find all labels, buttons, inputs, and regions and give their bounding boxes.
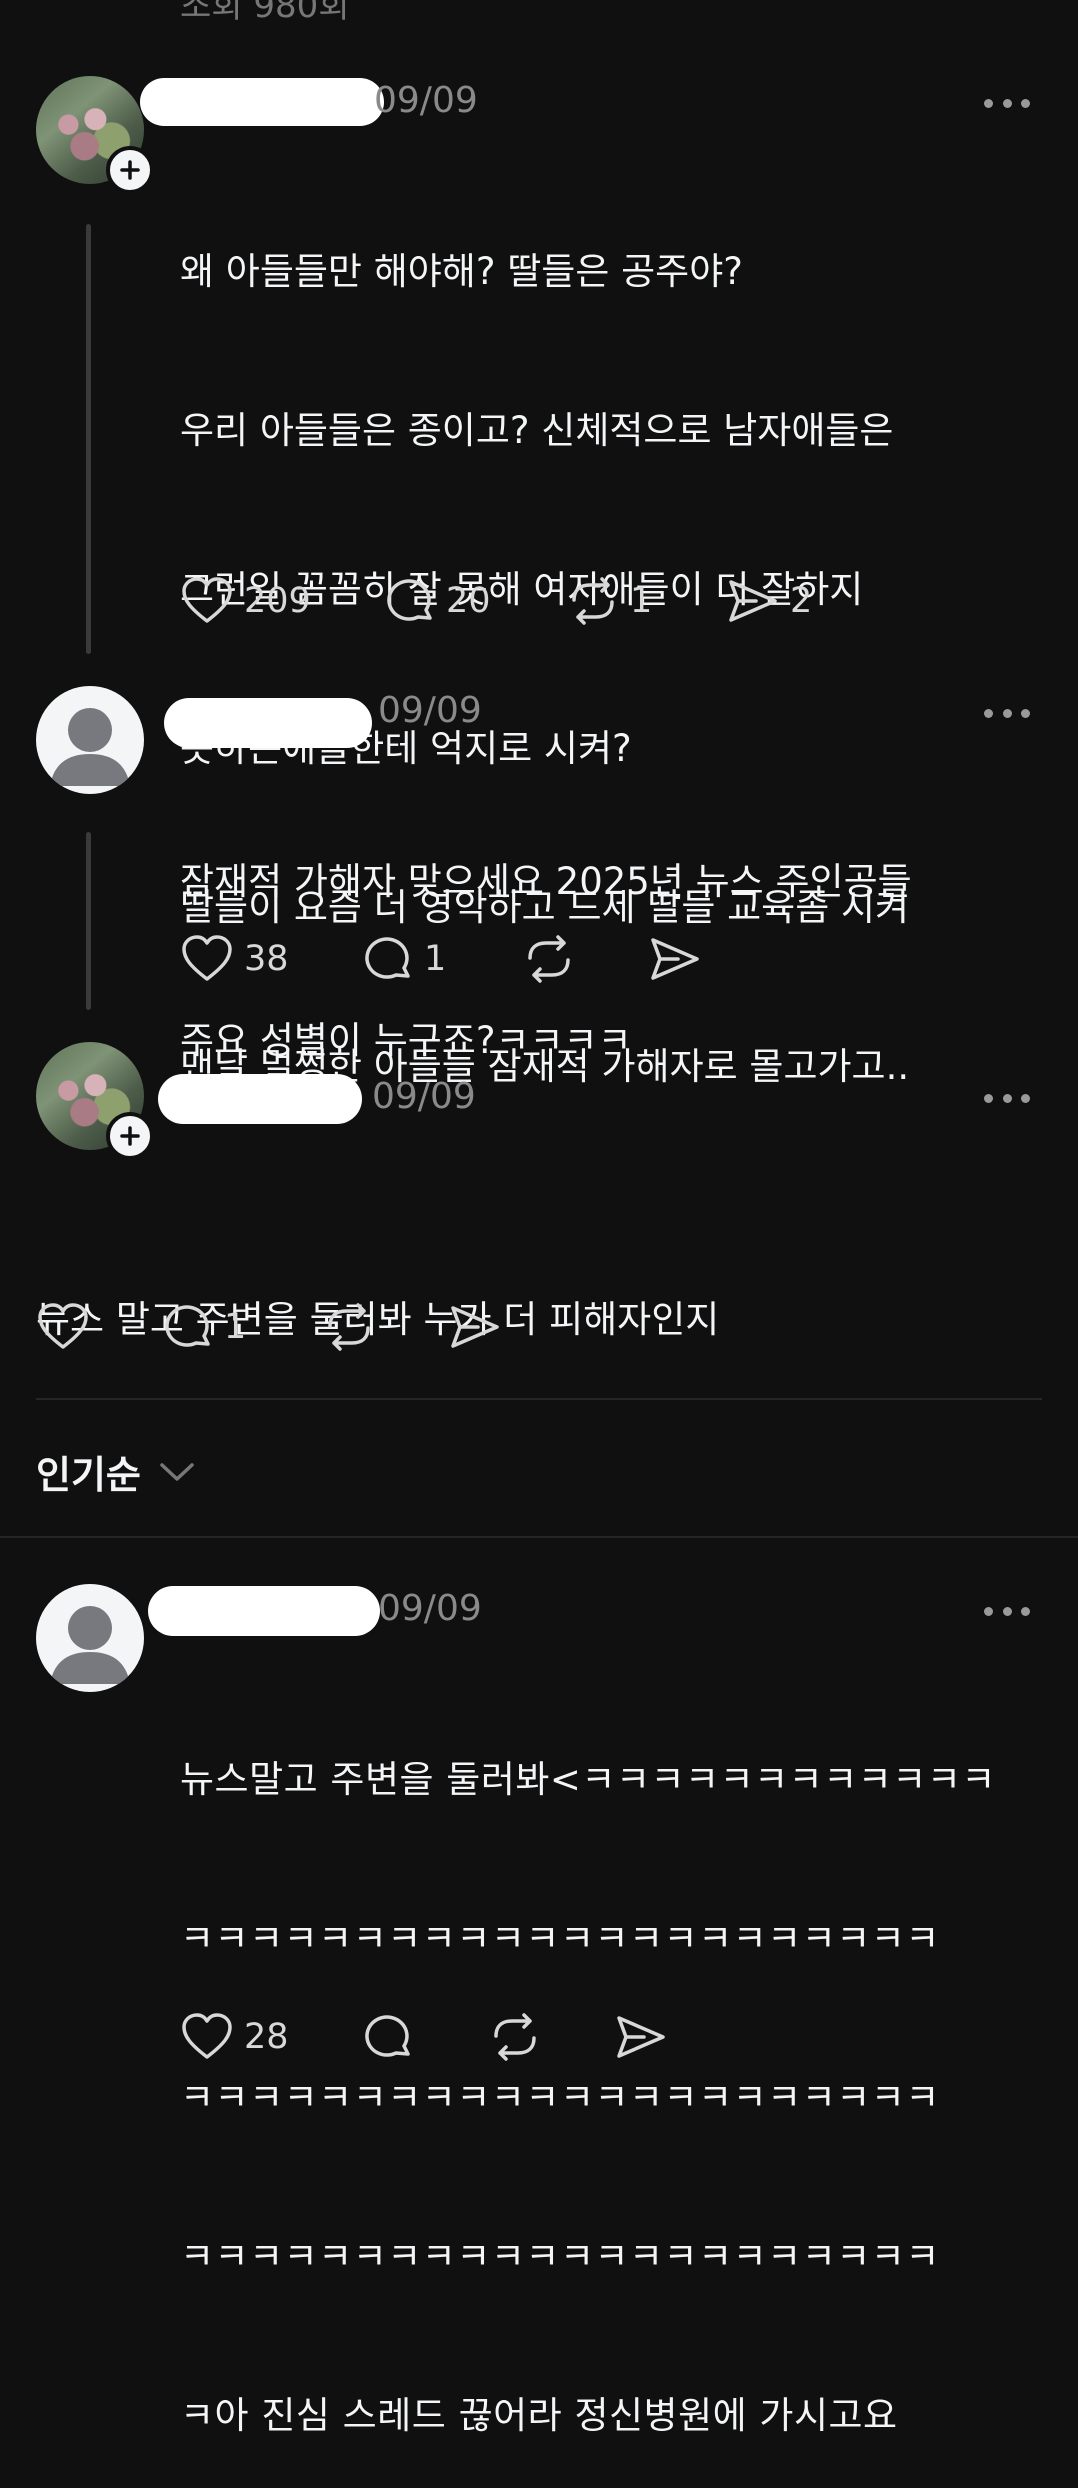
comment-icon: [365, 937, 410, 979]
comment-line: ㅋㅋㅋㅋㅋㅋㅋㅋㅋㅋㅋㅋㅋㅋㅋㅋㅋㅋㅋㅋㅋㅋ: [180, 1917, 940, 1960]
comment-line: ㅋ아 진심 스레드 끊어라 정신병원에 가시고요: [180, 2394, 898, 2437]
thread-line: [86, 832, 91, 1010]
comment-line: 우리 아들들은 종이고? 신체적으로 남자애들은: [180, 409, 894, 452]
like-count: 28: [244, 2017, 289, 2057]
redacted-username: [158, 1074, 362, 1124]
heart-icon: [38, 1303, 88, 1349]
reply-count: 20: [446, 581, 491, 621]
like-button[interactable]: 209: [180, 576, 311, 626]
repost-button[interactable]: [522, 934, 576, 984]
send-icon: [451, 1306, 499, 1348]
post-date: 09/09: [378, 1588, 482, 1629]
reply-button[interactable]: 1: [162, 1302, 246, 1352]
post-date: 09/09: [372, 1076, 476, 1117]
comment-text: 뉴스말고 주변을 둘러봐<ㅋㅋㅋㅋㅋㅋㅋㅋㅋㅋㅋㅋ ㅋㅋㅋㅋㅋㅋㅋㅋㅋㅋㅋㅋㅋㅋ…: [180, 1660, 996, 2488]
view-count: 조회 980회: [180, 0, 350, 26]
share-button[interactable]: [448, 1302, 502, 1352]
post-date: 09/09: [374, 80, 478, 121]
more-options-icon[interactable]: [984, 1605, 1030, 1617]
send-icon: [729, 580, 777, 622]
share-button[interactable]: 2: [726, 576, 812, 626]
share-button[interactable]: [648, 934, 702, 984]
reply-count: 1: [224, 1307, 247, 1347]
send-icon: [617, 2016, 665, 2058]
divider: [36, 1398, 1042, 1400]
like-button[interactable]: 38: [180, 934, 289, 984]
repost-count: 1: [630, 581, 653, 621]
default-avatar-icon: [50, 1606, 130, 1684]
like-button[interactable]: [36, 1302, 90, 1352]
comment-text: 뉴스 말고 주변을 둘러봐 누가 더 피해자인지: [36, 1200, 719, 1392]
redacted-username: [148, 1586, 380, 1636]
redacted-username: [140, 78, 384, 126]
comment-line: ㅋㅋㅋㅋㅋㅋㅋㅋㅋㅋㅋㅋㅋㅋㅋㅋㅋㅋㅋㅋㅋㅋ: [180, 2076, 940, 2119]
reply-button[interactable]: 20: [384, 576, 491, 626]
comment-line: 왜 아들들만 해야해? 딸들은 공주야?: [180, 250, 743, 293]
repost-icon: [528, 935, 570, 983]
more-options-icon[interactable]: [984, 97, 1030, 109]
repost-icon: [494, 2013, 536, 2061]
redacted-username: [164, 698, 372, 748]
repost-icon: [328, 1303, 370, 1351]
heart-icon: [182, 2013, 232, 2059]
share-count: 2: [790, 581, 813, 621]
reply-count: 1: [424, 939, 447, 979]
comment-line: 뉴스말고 주변을 둘러봐<ㅋㅋㅋㅋㅋㅋㅋㅋㅋㅋㅋㅋ: [180, 1758, 996, 1801]
reply-button[interactable]: 1: [362, 934, 446, 984]
post-date: 09/09: [378, 690, 482, 731]
more-options-icon[interactable]: [984, 1092, 1030, 1104]
chevron-down-icon: [160, 1462, 194, 1481]
comment-icon: [365, 2015, 410, 2057]
comment-line: 잠재적 가해자 맞으세요 2025년 뉴스 주인공들: [180, 860, 912, 903]
like-count: 209: [244, 581, 311, 621]
divider: [0, 1536, 1078, 1538]
send-icon: [651, 938, 699, 980]
sort-dropdown[interactable]: 인기순: [36, 1444, 195, 1499]
share-button[interactable]: [614, 2012, 668, 2062]
sort-label: 인기순: [36, 1453, 141, 1497]
repost-icon: [572, 577, 614, 625]
heart-icon: [182, 935, 232, 981]
comment-line: 주요 성별이 누구죠?ㅋㅋㅋㅋ: [180, 1019, 632, 1062]
follow-plus-icon[interactable]: [106, 1112, 154, 1160]
follow-plus-icon[interactable]: [106, 146, 154, 194]
comment-line: ㅋㅋㅋㅋㅋㅋㅋㅋㅋㅋㅋㅋㅋㅋㅋㅋㅋㅋㅋㅋㅋㅋ: [180, 2235, 940, 2278]
repost-button[interactable]: [322, 1302, 376, 1352]
comment-icon: [165, 1305, 210, 1347]
reply-button[interactable]: [362, 2012, 414, 2062]
heart-icon: [182, 577, 232, 623]
like-count: 38: [244, 939, 289, 979]
more-options-icon[interactable]: [984, 707, 1030, 719]
default-avatar-icon: [50, 708, 130, 786]
comment-icon: [387, 579, 432, 621]
repost-button[interactable]: 1: [566, 576, 652, 626]
like-button[interactable]: 28: [180, 2012, 289, 2062]
comment-line: 뉴스 말고 주변을 둘러봐 누가 더 피해자인지: [36, 1298, 720, 1341]
avatar[interactable]: [36, 686, 144, 794]
repost-button[interactable]: [488, 2012, 542, 2062]
avatar[interactable]: [36, 1584, 144, 1692]
thread-line: [86, 224, 91, 654]
